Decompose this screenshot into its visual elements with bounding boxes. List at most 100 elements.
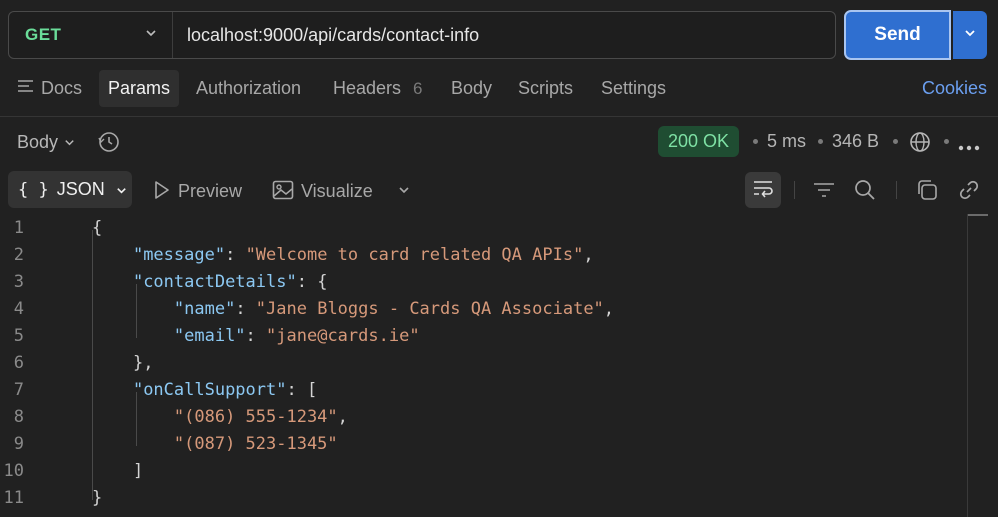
divider	[0, 116, 998, 117]
code-line: 3 "contactDetails": {	[0, 268, 960, 295]
code-line: 11 }	[0, 484, 960, 511]
json-punct: ]	[132, 460, 144, 481]
response-json-viewer[interactable]: 1 { 2 "message": "Welcome to card relate…	[0, 214, 998, 517]
separator-dot	[944, 139, 949, 144]
line-number: 7	[13, 379, 24, 400]
line-number: 1	[13, 217, 24, 238]
response-header: Body 200 OK 5 ms 346 B	[0, 124, 998, 160]
cookies-link[interactable]: Cookies	[922, 78, 987, 99]
headers-count-badge: 6	[413, 78, 423, 98]
tab-authorization[interactable]: Authorization	[196, 70, 301, 107]
method-label: GET	[25, 25, 62, 44]
json-punct: : {	[296, 271, 328, 292]
request-tabs: Docs Params Authorization Headers 6 Body…	[0, 70, 998, 108]
separator-dot	[753, 139, 758, 144]
json-key: "onCallSupport"	[132, 379, 287, 400]
chevron-down-icon	[63, 133, 76, 154]
line-number: 6	[13, 352, 24, 373]
tab-body-label: Body	[451, 78, 493, 98]
json-string: "Welcome to card related QA APIs"	[245, 244, 584, 265]
wrap-lines-button[interactable]	[745, 172, 781, 208]
code-line: 5 "email": "jane@cards.ie"	[0, 322, 960, 349]
tab-settings-label: Settings	[601, 78, 667, 98]
tab-params-label: Params	[108, 78, 171, 98]
method-select[interactable]: GET	[9, 12, 173, 58]
preview-label: Preview	[178, 181, 243, 201]
status-badge: 200 OK	[658, 126, 740, 157]
json-string: "(087) 523-1345"	[173, 433, 338, 454]
json-key: "contactDetails"	[132, 271, 297, 292]
more-icon[interactable]	[958, 138, 980, 156]
image-icon	[272, 180, 294, 205]
json-punct: },	[132, 352, 154, 373]
code-line: 7 "onCallSupport": [	[0, 376, 960, 403]
braces-icon: { }	[18, 179, 49, 200]
tab-body[interactable]: Body	[451, 70, 492, 107]
line-number: 4	[13, 298, 24, 319]
json-key: "name"	[173, 298, 236, 319]
separator-dot	[893, 139, 898, 144]
url-input[interactable]: localhost:9000/api/cards/contact-info	[173, 25, 479, 46]
preview-button[interactable]: Preview	[153, 178, 242, 205]
visualize-button[interactable]: Visualize	[272, 178, 373, 205]
send-button[interactable]: Send	[844, 10, 951, 60]
tab-settings[interactable]: Settings	[601, 70, 666, 107]
separator-dot	[818, 139, 823, 144]
code-line: 1 {	[0, 214, 960, 241]
response-body-select[interactable]: Body	[17, 130, 76, 154]
tab-authorization-label: Authorization	[196, 78, 302, 98]
code-line: 10 ]	[0, 457, 960, 484]
line-number: 10	[3, 460, 24, 481]
line-number: 8	[13, 406, 24, 427]
json-punct: : [	[286, 379, 318, 400]
tab-scripts-label: Scripts	[518, 78, 574, 98]
tab-scripts[interactable]: Scripts	[518, 70, 573, 107]
chevron-down-icon[interactable]	[397, 183, 411, 202]
line-number: 3	[13, 271, 24, 292]
scrollbar-thumb[interactable]	[968, 214, 988, 216]
response-body-label: Body	[17, 131, 59, 152]
scrollbar[interactable]	[967, 214, 968, 517]
toolbar-divider	[896, 181, 897, 199]
search-icon[interactable]	[853, 178, 877, 207]
format-select[interactable]: { } JSON	[8, 171, 132, 208]
play-icon	[153, 180, 171, 205]
line-number: 2	[13, 244, 24, 265]
history-icon[interactable]	[97, 130, 121, 159]
copy-icon[interactable]	[915, 178, 939, 207]
chevron-down-icon	[144, 26, 158, 45]
json-brace: {	[92, 217, 103, 238]
send-options-button[interactable]	[953, 11, 987, 59]
format-label: JSON	[56, 179, 105, 199]
filter-icon[interactable]	[812, 179, 836, 206]
globe-icon[interactable]	[908, 130, 932, 159]
json-key: "message"	[132, 244, 226, 265]
json-brace: }	[92, 487, 103, 508]
code-line: 8 "(086) 555-1234",	[0, 403, 960, 430]
view-toolbar: { } JSON Preview Visualize	[0, 170, 998, 210]
line-number: 11	[3, 487, 24, 508]
tab-headers[interactable]: Headers 6	[333, 70, 423, 107]
code-line: 4 "name": "Jane Bloggs - Cards QA Associ…	[0, 295, 960, 322]
code-line: 2 "message": "Welcome to card related QA…	[0, 241, 960, 268]
json-string: "jane@cards.ie"	[266, 325, 420, 346]
chevron-down-icon	[115, 181, 128, 202]
json-key: "email"	[173, 325, 246, 346]
code-line: 6 },	[0, 349, 960, 376]
tab-docs-label: Docs	[41, 78, 83, 98]
link-icon[interactable]	[957, 178, 981, 207]
visualize-label: Visualize	[301, 181, 373, 201]
json-string: "Jane Bloggs - Cards QA Associate"	[255, 298, 604, 319]
chevron-down-icon	[963, 26, 977, 45]
tab-docs[interactable]: Docs	[17, 70, 82, 107]
json-string: "(086) 555-1234"	[173, 406, 338, 427]
url-bar: GET localhost:9000/api/cards/contact-inf…	[8, 11, 836, 59]
response-size: 346 B	[832, 131, 880, 151]
line-number: 5	[13, 325, 24, 346]
tab-headers-label: Headers	[333, 78, 402, 98]
response-time: 5 ms	[767, 131, 807, 151]
code-line: 9 "(087) 523-1345"	[0, 430, 960, 457]
list-icon	[17, 78, 35, 99]
toolbar-divider	[794, 181, 795, 199]
tab-params[interactable]: Params	[99, 70, 180, 107]
